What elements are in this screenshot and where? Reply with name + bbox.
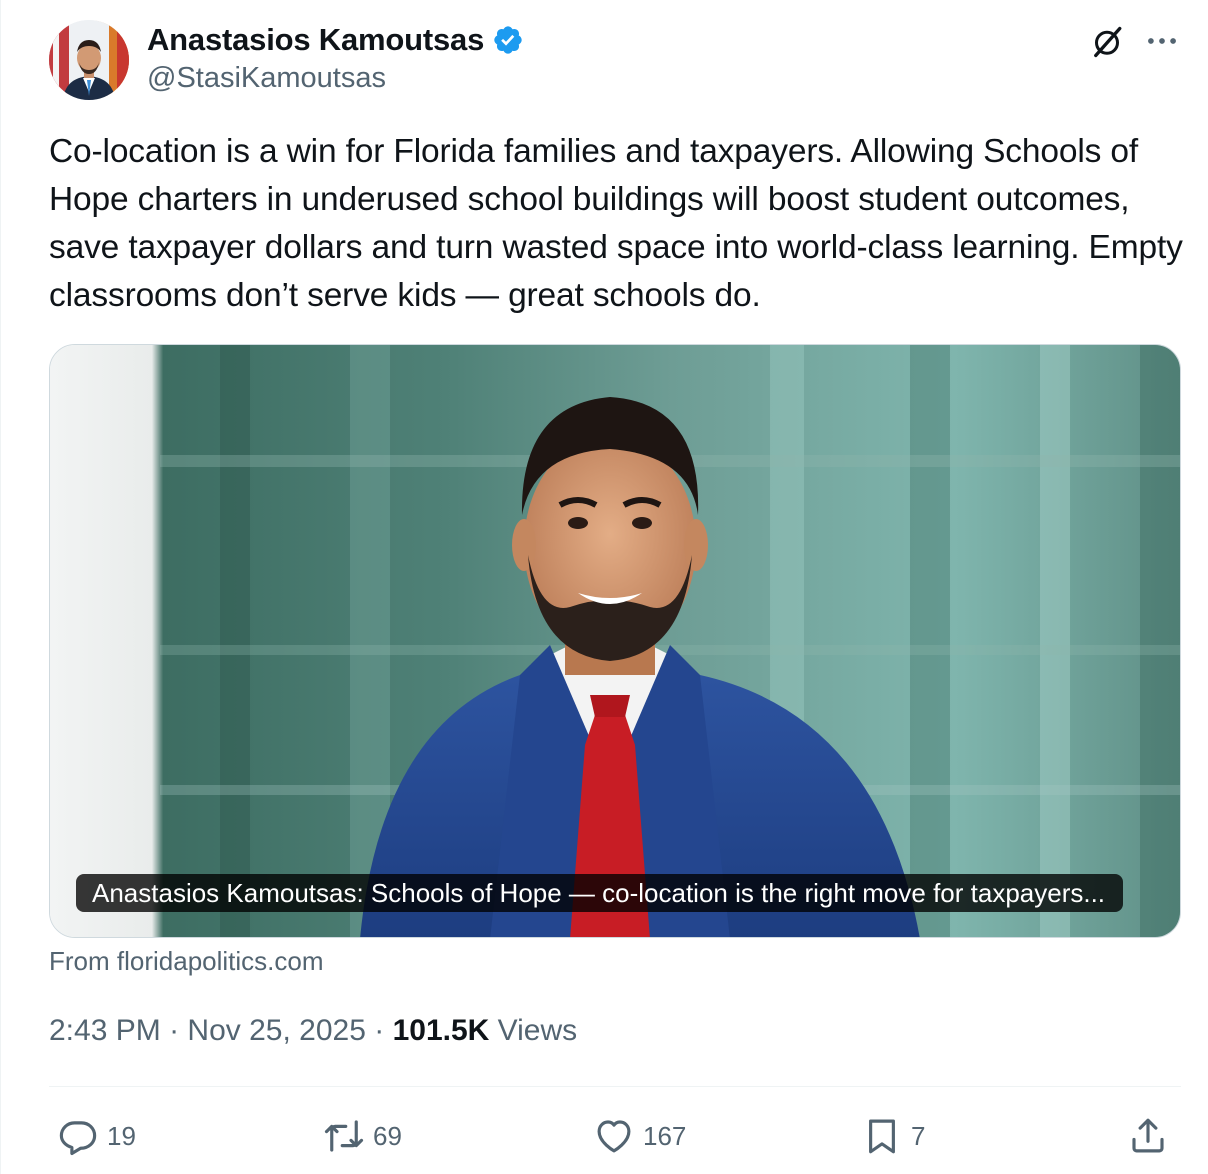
reply-button[interactable]: 19 xyxy=(57,1110,136,1162)
meta-separator: · xyxy=(374,1014,385,1047)
bookmark-icon xyxy=(869,1119,895,1154)
views-count: 101.5K xyxy=(392,1014,490,1047)
like-icon xyxy=(597,1120,631,1153)
views-label: Views xyxy=(497,1014,578,1047)
more-icon[interactable] xyxy=(1143,26,1181,56)
like-count: 167 xyxy=(643,1120,687,1151)
author-name-text[interactable]: Anastasios Kamoutsas xyxy=(147,22,484,58)
bookmark-count: 7 xyxy=(911,1120,926,1151)
repost-button[interactable]: 69 xyxy=(323,1110,402,1162)
verified-badge-icon xyxy=(494,26,522,54)
like-button[interactable]: 167 xyxy=(593,1110,686,1162)
tweet-date[interactable]: Nov 25, 2025 xyxy=(187,1014,365,1047)
reply-icon xyxy=(59,1121,97,1156)
repost-count: 69 xyxy=(373,1120,402,1151)
grok-icon[interactable] xyxy=(1089,24,1125,60)
card-image xyxy=(50,345,1180,937)
repost-icon xyxy=(324,1120,364,1152)
tweet-meta: 2:43 PM · Nov 25, 2025 · 101.5K Views xyxy=(49,1014,577,1048)
tweet-time[interactable]: 2:43 PM xyxy=(49,1014,161,1047)
share-icon xyxy=(1132,1118,1164,1153)
meta-separator: · xyxy=(169,1014,180,1047)
card-source[interactable]: From floridapolitics.com xyxy=(49,946,324,977)
reply-count: 19 xyxy=(107,1120,136,1151)
avatar-photo xyxy=(49,20,129,100)
tweet-detail: Anastasios Kamoutsas @StasiKamoutsas Co-… xyxy=(0,0,1208,1174)
author-avatar[interactable] xyxy=(49,20,129,100)
share-button[interactable] xyxy=(1127,1110,1169,1162)
tweet-text: Co-location is a win for Florida familie… xyxy=(49,133,1183,314)
link-card[interactable]: Anastasios Kamoutsas: Schools of Hope — … xyxy=(49,344,1181,938)
divider xyxy=(49,1086,1181,1087)
card-title[interactable]: Anastasios Kamoutsas: Schools of Hope — … xyxy=(76,874,1124,912)
author-handle[interactable]: @StasiKamoutsas xyxy=(147,62,386,95)
bookmark-button[interactable]: 7 xyxy=(861,1110,925,1162)
author-name[interactable]: Anastasios Kamoutsas xyxy=(147,22,524,58)
